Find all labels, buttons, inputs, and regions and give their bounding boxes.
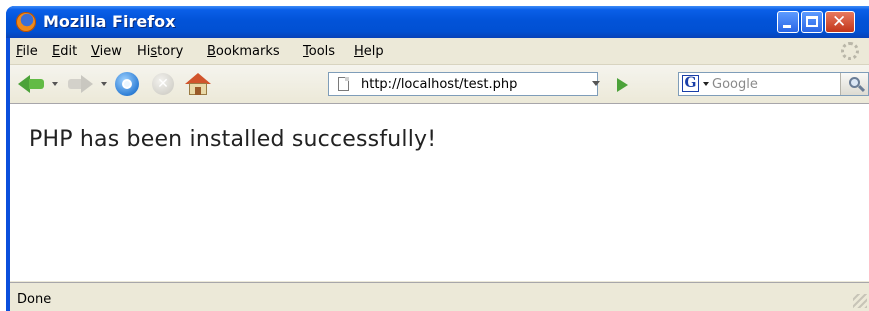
page-icon bbox=[338, 77, 349, 91]
menu-view-label: iew bbox=[99, 44, 122, 59]
url-bar[interactable]: http://localhost/test.php bbox=[328, 72, 598, 96]
page-content: PHP has been installed successfully! bbox=[10, 104, 869, 281]
forward-history-dropdown[interactable] bbox=[101, 82, 107, 86]
menu-bookmarks-label: ookmarks bbox=[215, 44, 280, 59]
menu-edit-accel: E bbox=[52, 44, 61, 59]
search-bar[interactable]: G Google bbox=[678, 72, 869, 96]
navigation-toolbar: ✕ http://localhost/test.php G Google bbox=[10, 65, 869, 104]
throbber-icon bbox=[841, 42, 859, 60]
page-message: PHP has been installed successfully! bbox=[29, 127, 437, 152]
menu-bookmarks-accel: B bbox=[207, 44, 216, 59]
menu-help-label: elp bbox=[363, 44, 384, 59]
stop-icon: ✕ bbox=[152, 73, 174, 95]
menu-edit-label: dit bbox=[60, 44, 78, 59]
menu-file-label: ile bbox=[22, 44, 38, 59]
menu-history-label: tory bbox=[157, 44, 184, 59]
menu-bar: File Edit View History Bookmarks Tools H… bbox=[10, 38, 869, 65]
browser-window: Mozilla Firefox ✕ File Edit View History… bbox=[6, 6, 869, 311]
back-history-dropdown[interactable] bbox=[52, 82, 58, 86]
maximize-icon bbox=[806, 16, 818, 27]
menu-history[interactable]: History bbox=[137, 44, 183, 59]
menu-help[interactable]: Help bbox=[354, 44, 384, 59]
back-arrow-tail bbox=[29, 79, 44, 89]
minimize-button[interactable] bbox=[777, 11, 799, 33]
window-title: Mozilla Firefox bbox=[43, 12, 176, 31]
menu-tools-label: ools bbox=[308, 44, 336, 59]
minimize-icon bbox=[783, 25, 791, 28]
magnifier-handle bbox=[857, 84, 866, 93]
status-bar: Done bbox=[10, 282, 869, 311]
search-button[interactable] bbox=[840, 73, 868, 95]
url-history-dropdown[interactable] bbox=[592, 81, 600, 86]
back-button[interactable] bbox=[18, 71, 46, 97]
close-icon: ✕ bbox=[832, 12, 847, 32]
stop-glyph: ✕ bbox=[157, 76, 169, 92]
google-engine-icon[interactable]: G bbox=[682, 75, 699, 92]
go-arrow-icon bbox=[617, 78, 628, 92]
menu-help-accel: H bbox=[354, 44, 364, 59]
search-input[interactable]: Google bbox=[712, 77, 758, 92]
browser-client-area: File Edit View History Bookmarks Tools H… bbox=[10, 38, 869, 311]
close-button[interactable]: ✕ bbox=[825, 11, 855, 33]
menu-tools[interactable]: Tools bbox=[303, 44, 335, 59]
status-text: Done bbox=[17, 292, 52, 307]
menu-view-accel: V bbox=[91, 44, 100, 59]
menu-file[interactable]: File bbox=[16, 44, 38, 59]
maximize-button[interactable] bbox=[801, 11, 823, 33]
forward-arrow-tail bbox=[68, 79, 82, 89]
resize-grip[interactable] bbox=[853, 294, 867, 308]
stop-button[interactable]: ✕ bbox=[149, 71, 177, 97]
menu-history-pre: Hi bbox=[137, 44, 151, 59]
menu-bookmarks[interactable]: Bookmarks bbox=[207, 44, 280, 59]
forward-button[interactable] bbox=[66, 71, 94, 97]
home-button[interactable] bbox=[184, 71, 212, 97]
go-button[interactable] bbox=[613, 76, 631, 94]
search-engine-dropdown[interactable] bbox=[703, 82, 709, 86]
firefox-icon bbox=[16, 12, 36, 32]
menu-view[interactable]: View bbox=[91, 44, 122, 59]
title-bar[interactable]: Mozilla Firefox ✕ bbox=[6, 6, 869, 38]
reload-button[interactable] bbox=[113, 71, 141, 97]
url-text[interactable]: http://localhost/test.php bbox=[361, 77, 517, 92]
reload-icon bbox=[115, 72, 139, 96]
forward-arrow-icon bbox=[81, 75, 93, 93]
home-door bbox=[195, 87, 201, 95]
menu-edit[interactable]: Edit bbox=[52, 44, 77, 59]
